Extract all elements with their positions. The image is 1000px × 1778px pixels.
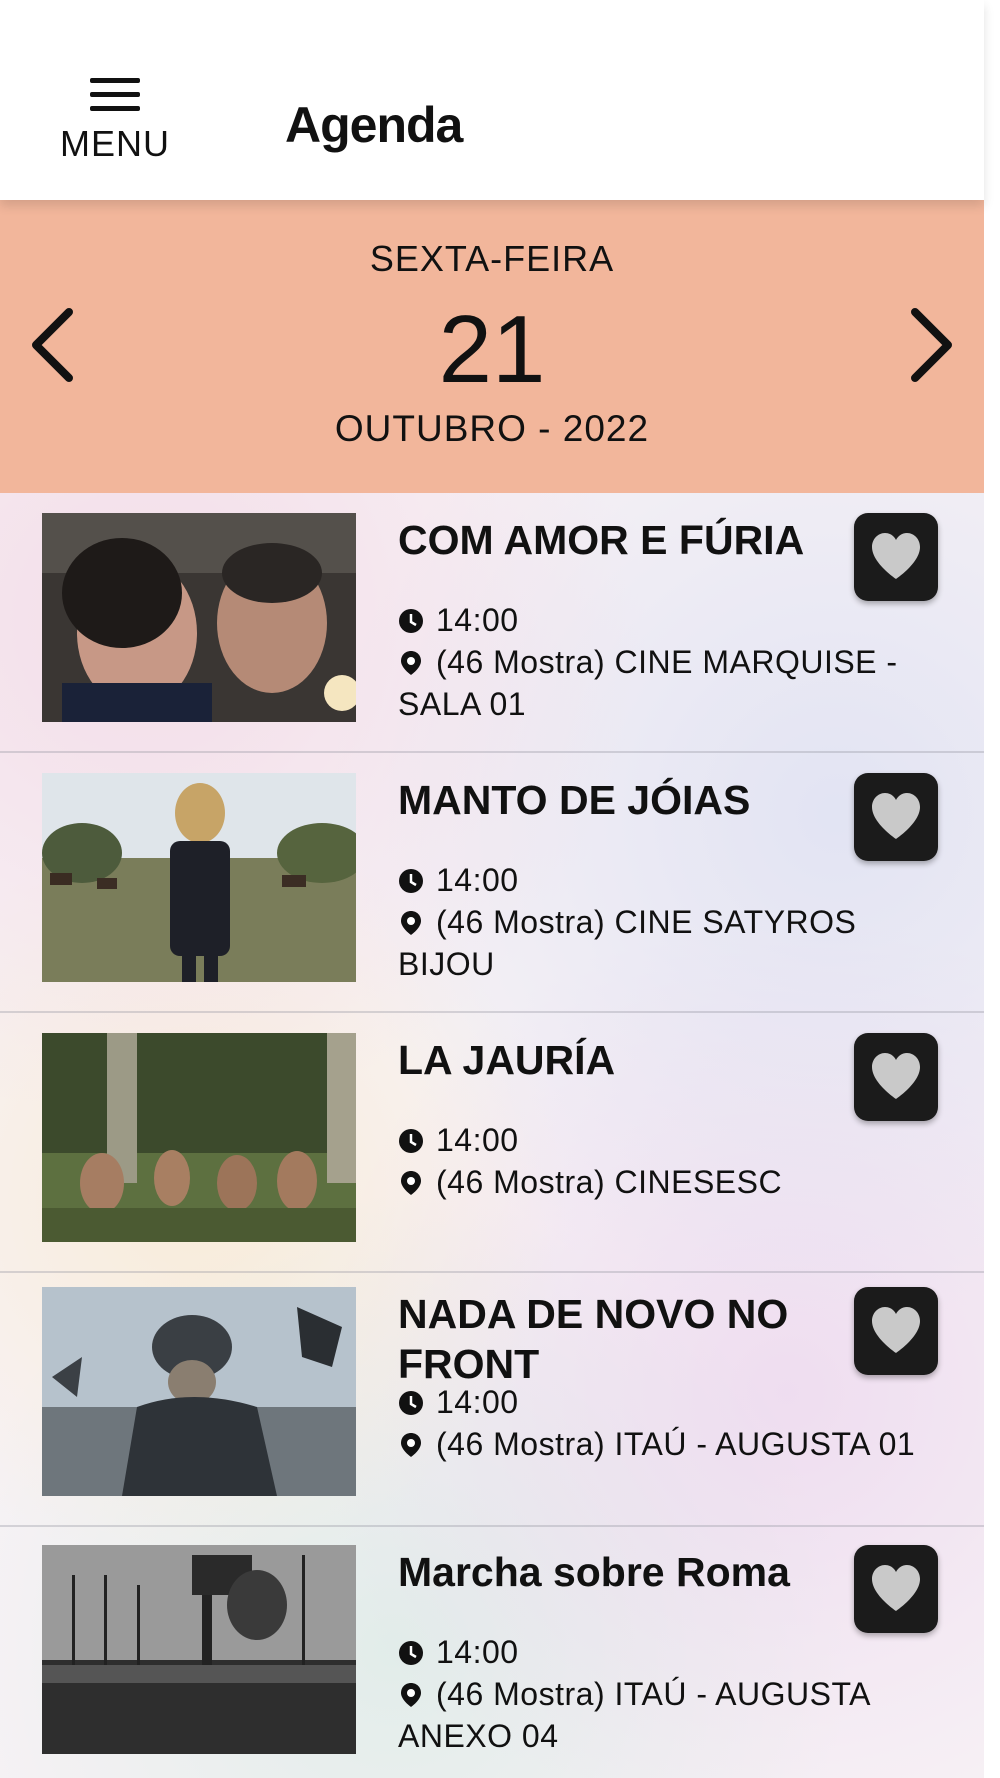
event-time-text: 14:00 — [436, 1122, 519, 1158]
clock-icon — [399, 1641, 423, 1665]
list-item[interactable]: LA JAURÍA 14:00 (46 Mostra) CINESESC — [0, 1013, 984, 1273]
list-item[interactable]: COM AMOR E FÚRIA 14:00 (46 Mostra) CINE … — [0, 493, 984, 753]
heart-icon — [872, 1053, 920, 1099]
clock-icon — [399, 609, 423, 633]
clock-icon — [399, 1129, 423, 1153]
heart-icon — [872, 1307, 920, 1353]
event-time: 14:00 — [398, 1381, 938, 1423]
event-title[interactable]: MANTO DE JÓIAS — [398, 775, 838, 825]
favorite-button[interactable] — [854, 513, 938, 601]
event-title[interactable]: LA JAURÍA — [398, 1035, 838, 1085]
month-year-label: OUTUBRO - 2022 — [334, 408, 650, 449]
event-thumbnail — [42, 1033, 356, 1242]
event-location: (46 Mostra) CINE MARQUISE - SALA 01 — [398, 641, 938, 725]
list-item[interactable]: NADA DE NOVO NO FRONT 14:00 (46 Mostra) … — [0, 1267, 984, 1527]
event-location: (46 Mostra) CINE SATYROS BIJOU — [398, 901, 938, 985]
location-pin-icon — [401, 1171, 421, 1195]
event-location: (46 Mostra) CINESESC — [398, 1161, 938, 1203]
event-location-text: (46 Mostra) CINE MARQUISE - SALA 01 — [398, 644, 898, 722]
event-time-text: 14:00 — [436, 1384, 519, 1420]
location-pin-icon — [401, 911, 421, 935]
event-thumbnail — [42, 773, 356, 982]
date-selector: SEXTA-FEIRA 21 OUTUBRO - 2022 — [0, 200, 984, 493]
list-item[interactable]: Marcha sobre Roma 14:00 (46 Mostra) ITAÚ… — [0, 1525, 984, 1778]
location-pin-icon — [401, 651, 421, 675]
favorite-button[interactable] — [854, 1033, 938, 1121]
event-location: (46 Mostra) ITAÚ - AUGUSTA 01 — [398, 1423, 938, 1465]
next-day-button[interactable] — [900, 300, 960, 390]
event-thumbnail — [42, 1545, 356, 1754]
event-title[interactable]: COM AMOR E FÚRIA — [398, 515, 838, 565]
event-time-text: 14:00 — [436, 602, 519, 638]
event-thumbnail — [42, 513, 356, 722]
clock-icon — [399, 869, 423, 893]
event-time: 14:00 — [398, 1631, 938, 1673]
event-location-text: (46 Mostra) ITAÚ - AUGUSTA ANEXO 04 — [398, 1676, 870, 1754]
page-title: Agenda — [285, 97, 463, 153]
event-time-text: 14:00 — [436, 1634, 519, 1670]
heart-icon — [872, 793, 920, 839]
event-location-text: (46 Mostra) CINE SATYROS BIJOU — [398, 904, 857, 982]
event-location-text: (46 Mostra) CINESESC — [436, 1164, 783, 1200]
favorite-button[interactable] — [854, 773, 938, 861]
event-location-text: (46 Mostra) ITAÚ - AUGUSTA 01 — [436, 1426, 916, 1462]
event-list[interactable]: COM AMOR E FÚRIA 14:00 (46 Mostra) CINE … — [0, 493, 984, 1778]
chevron-right-icon — [911, 308, 952, 382]
menu-label: MENU — [60, 123, 170, 164]
menu-button[interactable]: MENU — [50, 70, 180, 180]
event-time: 14:00 — [398, 1119, 938, 1161]
location-pin-icon — [401, 1683, 421, 1707]
favorite-button[interactable] — [854, 1287, 938, 1375]
heart-icon — [872, 533, 920, 579]
event-title[interactable]: NADA DE NOVO NO FRONT — [398, 1289, 838, 1389]
app-header: MENU Agenda — [0, 0, 984, 200]
day-number: 21 — [438, 296, 546, 403]
list-item[interactable]: MANTO DE JÓIAS 14:00 (46 Mostra) CINE SA… — [0, 753, 984, 1013]
heart-icon — [872, 1565, 920, 1611]
event-time: 14:00 — [398, 859, 938, 901]
location-pin-icon — [401, 1433, 421, 1457]
event-thumbnail — [42, 1287, 356, 1496]
clock-icon — [399, 1391, 423, 1415]
weekday-label: SEXTA-FEIRA — [369, 238, 615, 279]
event-location: (46 Mostra) ITAÚ - AUGUSTA ANEXO 04 — [398, 1673, 938, 1757]
favorite-button[interactable] — [854, 1545, 938, 1633]
event-time-text: 14:00 — [436, 862, 519, 898]
hamburger-icon — [90, 78, 140, 111]
event-time: 14:00 — [398, 599, 938, 641]
event-title[interactable]: Marcha sobre Roma — [398, 1547, 838, 1597]
